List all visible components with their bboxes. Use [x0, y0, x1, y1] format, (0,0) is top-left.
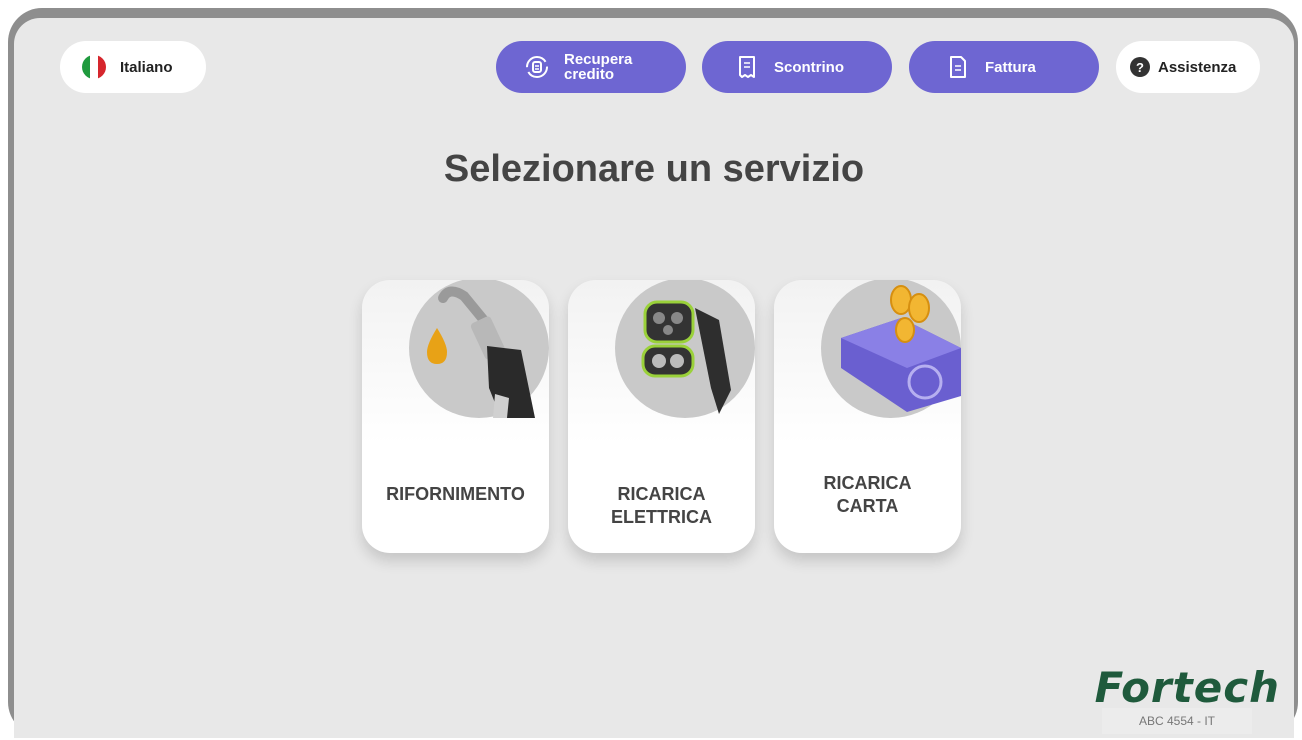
ev-charger-icon	[641, 300, 731, 414]
card-coins-icon	[841, 285, 961, 412]
service-label: RIFORNIMENTO	[386, 484, 525, 504]
refresh-coin-icon	[524, 54, 550, 80]
fattura-label: Fattura	[985, 58, 1036, 76]
service-card-ricarica-carta[interactable]: RICARICA CARTA	[774, 280, 961, 553]
assistenza-label: Assistenza	[1158, 58, 1237, 76]
service-card-rifornimento[interactable]: RIFORNIMENTO	[362, 280, 549, 553]
assistenza-button[interactable]: ? Assistenza	[1116, 41, 1260, 93]
italy-flag-icon	[82, 55, 106, 79]
service-label: RICARICA ELETTRICA	[611, 484, 712, 527]
fortech-logo: Fortech	[1094, 663, 1280, 712]
language-selector[interactable]: Italiano	[60, 41, 206, 93]
fuel-nozzle-icon	[427, 286, 535, 418]
help-icon: ?	[1130, 57, 1150, 77]
language-label: Italiano	[120, 58, 173, 76]
scontrino-button[interactable]: Scontrino	[702, 41, 892, 93]
scontrino-label: Scontrino	[774, 58, 844, 76]
page-title: Selezionare un servizio	[443, 148, 865, 190]
recupera-credito-label: Recupera credito	[564, 51, 633, 83]
kiosk-screen: Italiano Recupera credito Scontrino Fatt…	[14, 18, 1294, 738]
fattura-button[interactable]: Fattura	[909, 41, 1099, 93]
service-card-ricarica-elettrica[interactable]: RICARICA ELETTRICA	[568, 280, 755, 553]
receipt-icon	[734, 54, 760, 80]
invoice-icon	[945, 54, 971, 80]
recupera-credito-button[interactable]: Recupera credito	[496, 41, 686, 93]
service-label: RICARICA CARTA	[823, 473, 912, 516]
device-id: ABC 4554 - IT	[1102, 708, 1252, 734]
